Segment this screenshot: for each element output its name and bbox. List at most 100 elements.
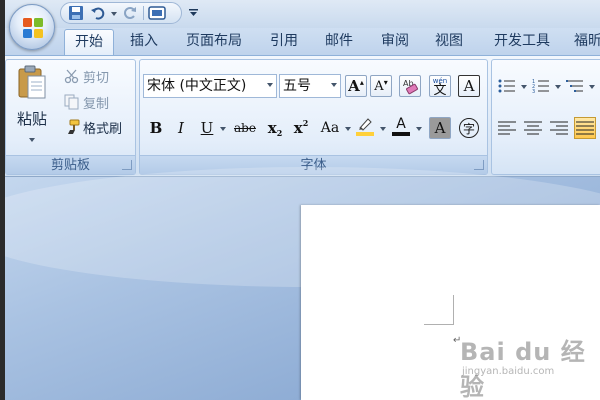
subscript-label: x (267, 119, 277, 137)
svg-text:3: 3 (532, 89, 535, 94)
bullets-dropdown-icon[interactable] (521, 85, 527, 89)
enclose-characters-button[interactable]: 字 (458, 117, 480, 139)
ribbon: 粘贴 剪切 复制 格式刷 剪贴板 宋体 (中文正文) 五号 A ▴ A ▾ Ab… (0, 55, 600, 177)
numbering-icon: 123 (532, 79, 549, 94)
underline-label: U (200, 119, 214, 137)
tab-insert[interactable]: 插入 (122, 28, 166, 55)
character-border-button[interactable]: A (458, 75, 480, 97)
italic-label: I (178, 119, 184, 137)
format-painter-button[interactable]: 格式刷 (64, 116, 122, 138)
subscript-mark: 2 (276, 128, 283, 138)
font-color-bar (392, 131, 410, 136)
align-left-button[interactable] (496, 117, 518, 139)
font-size-value: 五号 (283, 78, 311, 94)
tab-home[interactable]: 开始 (64, 29, 114, 56)
font-color-dropdown-icon[interactable] (416, 127, 422, 131)
font-size-dropdown-icon[interactable] (331, 83, 337, 87)
paste-dropdown-icon[interactable] (29, 138, 35, 142)
character-border-label: A (463, 77, 475, 95)
watermark-sub: jingyan.baidu.com (462, 366, 555, 377)
underline-button[interactable]: U (196, 117, 218, 139)
numbering-dropdown-icon[interactable] (555, 85, 561, 89)
tab-view[interactable]: 视图 (426, 28, 472, 55)
bullets-icon (498, 79, 515, 93)
clear-format-button[interactable]: Ab (399, 75, 421, 97)
highlight-button[interactable] (354, 115, 376, 137)
redo-icon[interactable] (121, 4, 139, 22)
tab-foxit[interactable]: 福昕 (568, 28, 600, 55)
tab-developer[interactable]: 开发工具 (484, 28, 560, 55)
font-name-dropdown-icon[interactable] (267, 83, 273, 87)
bullets-button[interactable] (496, 75, 518, 97)
superscript-label: x (293, 119, 303, 137)
copy-icon (64, 94, 79, 110)
font-color-button[interactable]: A (390, 115, 412, 137)
align-center-button[interactable] (522, 117, 544, 139)
copy-label: 复制 (83, 96, 110, 112)
undo-dropdown-icon[interactable] (111, 12, 117, 16)
character-shading-label: A (434, 119, 446, 137)
highlight-dropdown-icon[interactable] (380, 127, 386, 131)
strikethrough-label: abe (234, 121, 256, 135)
font-color-letter-icon: A (396, 115, 406, 132)
save-icon[interactable] (67, 4, 85, 22)
shrink-arrow-icon: ▾ (383, 77, 388, 87)
multilevel-list-button[interactable] (564, 75, 586, 97)
font-group: 宋体 (中文正文) 五号 A ▴ A ▾ Ab wén 文 A B I U ab… (139, 59, 488, 175)
customize-qat-icon[interactable] (186, 4, 200, 20)
grow-arrow-icon: ▴ (359, 77, 364, 87)
align-left-icon (498, 121, 516, 135)
tab-review[interactable]: 审阅 (372, 28, 418, 55)
grow-font-button[interactable]: A ▴ (345, 75, 367, 97)
shrink-font-button[interactable]: A ▾ (370, 75, 392, 97)
font-dialog-launcher-icon[interactable] (474, 160, 484, 170)
print-preview-icon[interactable] (148, 4, 166, 22)
qat-separator (143, 6, 144, 20)
superscript-button[interactable]: x2 (290, 117, 312, 139)
italic-button[interactable]: I (170, 117, 192, 139)
tab-mailings[interactable]: 邮件 (316, 28, 362, 55)
change-case-button[interactable]: Aa (316, 117, 344, 139)
subscript-button[interactable]: x2 (264, 117, 286, 139)
superscript-mark: 2 (302, 118, 309, 128)
undo-icon[interactable] (89, 4, 107, 22)
window-edge (0, 0, 5, 400)
copy-button[interactable]: 复制 (64, 91, 109, 113)
paste-icon (18, 65, 46, 99)
paste-button[interactable]: 粘贴 (10, 64, 54, 150)
character-shading-button[interactable]: A (429, 117, 451, 139)
change-case-dropdown-icon[interactable] (345, 127, 351, 131)
multilevel-dropdown-icon[interactable] (589, 85, 595, 89)
font-name-value: 宋体 (中文正文) (147, 78, 247, 94)
clipboard-group-label: 剪贴板 (6, 155, 135, 174)
ribbon-tabs: 开始 插入 页面布局 引用 邮件 审阅 视图 开发工具 福昕 (0, 28, 600, 56)
scissors-icon (64, 69, 79, 84)
underline-dropdown-icon[interactable] (220, 127, 226, 131)
tab-references[interactable]: 引用 (262, 28, 306, 55)
font-name-combo[interactable]: 宋体 (中文正文) (143, 74, 277, 98)
font-size-combo[interactable]: 五号 (279, 74, 341, 98)
paste-label: 粘贴 (16, 110, 47, 128)
baidu-watermark: Bai du 经验 jingyan.baidu.com (460, 332, 600, 400)
office-button[interactable] (9, 4, 55, 50)
multilevel-list-icon (566, 80, 583, 92)
highlighter-icon (359, 117, 372, 131)
highlight-color-bar (356, 131, 374, 136)
word-window: 开始 插入 页面布局 引用 邮件 审阅 视图 开发工具 福昕 粘贴 剪切 复制 … (0, 0, 600, 400)
cut-label: 剪切 (83, 70, 110, 86)
numbering-button[interactable]: 123 (530, 75, 552, 97)
strikethrough-button[interactable]: abe (230, 117, 260, 139)
align-right-button[interactable] (548, 117, 570, 139)
tab-page-layout[interactable]: 页面布局 (176, 28, 252, 55)
quick-access-toolbar (60, 2, 182, 24)
cut-button[interactable]: 剪切 (64, 65, 109, 87)
phonetic-guide-button[interactable]: wén 文 (429, 75, 451, 97)
justify-icon (576, 121, 594, 135)
page-corner-mark (424, 295, 454, 325)
office-logo-icon (23, 18, 43, 38)
enclose-characters-label: 字 (459, 118, 479, 138)
justify-button[interactable] (574, 117, 596, 139)
bold-button[interactable]: B (145, 117, 167, 139)
clipboard-group: 粘贴 剪切 复制 格式刷 剪贴板 (5, 59, 136, 175)
clipboard-dialog-launcher-icon[interactable] (122, 160, 132, 170)
